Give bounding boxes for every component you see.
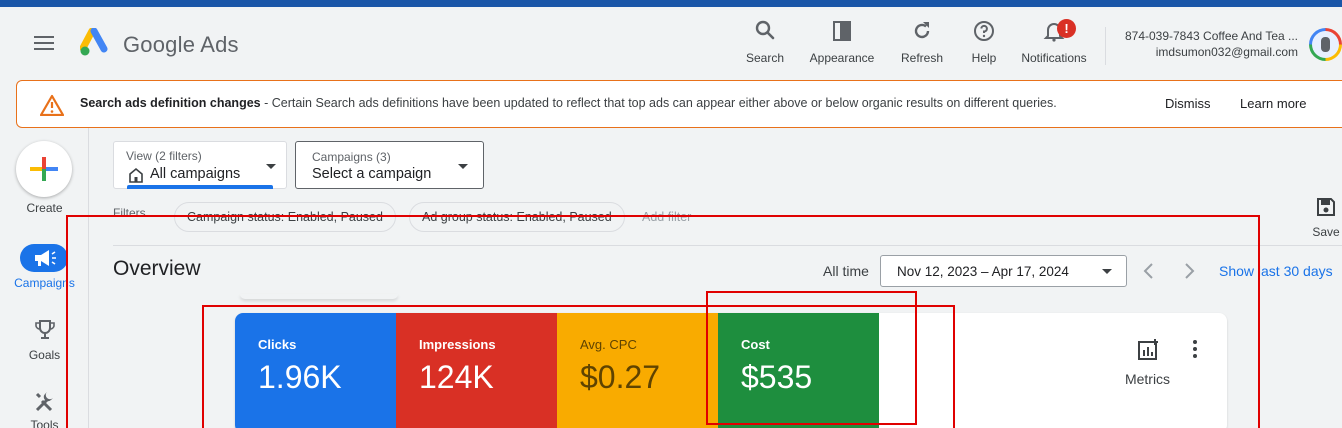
app-name: Google Ads (123, 32, 239, 57)
filter-chip-campaign-status[interactable]: Campaign status: Enabled, Paused (174, 202, 396, 232)
view-selected-indicator (127, 185, 273, 189)
add-filter-button[interactable]: Add filter (642, 210, 691, 224)
warning-icon (40, 94, 64, 116)
banner-body: - Certain Search ads definitions have be… (260, 96, 1057, 110)
metric-tile-clicks[interactable]: Clicks 1.96K (235, 313, 396, 428)
metrics-label: Metrics (1124, 371, 1171, 387)
banner-message: Search ads definition changes - Certain … (80, 96, 1057, 110)
notifications-label: Notifications (1021, 51, 1087, 65)
page-title: Overview (113, 257, 201, 280)
refresh-icon (914, 22, 930, 39)
metric-tile-impressions[interactable]: Impressions 124K (396, 313, 557, 428)
avatar[interactable] (1309, 28, 1342, 61)
metric-tile-cost[interactable]: Cost $535 (718, 313, 879, 428)
help-icon (974, 21, 994, 41)
save-button[interactable]: Save (1310, 196, 1342, 239)
appearance-label: Appearance (809, 51, 875, 65)
metric-value: $535 (741, 359, 813, 395)
metric-value: $0.27 (580, 359, 661, 395)
notifications-button[interactable]: ! Notifications (1009, 17, 1099, 73)
date-range-label: All time (823, 263, 869, 279)
metric-label: Cost (741, 337, 770, 352)
chevron-down-icon (1102, 269, 1112, 274)
menu-icon[interactable] (34, 36, 54, 52)
save-label: Save (1312, 225, 1340, 239)
more-vert-icon[interactable] (1192, 340, 1198, 360)
show-last-30-days-link[interactable]: Show last 30 days (1219, 263, 1333, 279)
campaign-value: Select a campaign (312, 166, 432, 182)
notification-badge: ! (1057, 19, 1076, 38)
date-range-picker[interactable]: Nov 12, 2023 – Apr 17, 2024 (880, 255, 1127, 287)
view-filter-count: View (2 filters) (126, 149, 202, 163)
metrics-button[interactable]: Metrics (1120, 338, 1175, 387)
tools-label[interactable]: Tools (0, 418, 89, 428)
plus-icon (30, 157, 58, 181)
megaphone-icon (35, 250, 56, 266)
chevron-down-icon (458, 164, 468, 169)
save-icon (1317, 198, 1335, 216)
filter-chip-ad-group-status[interactable]: Ad group status: Enabled, Paused (409, 202, 625, 232)
notice-banner: Search ads definition changes - Certain … (16, 80, 1342, 128)
tools-icon[interactable] (33, 390, 57, 414)
banner-title: Search ads definition changes (80, 96, 261, 110)
campaigns-nav-pill[interactable] (20, 244, 68, 272)
campaigns-count: Campaigns (3) (312, 150, 391, 164)
learn-more-link[interactable]: Learn more (1240, 96, 1306, 111)
metric-tile-avg-cpc[interactable]: Avg. CPC $0.27 (557, 313, 718, 428)
left-navigation: Create Campaigns Goals Tools (0, 128, 89, 428)
goals-label[interactable]: Goals (0, 348, 89, 362)
filters-label: Filters (113, 206, 146, 220)
appearance-button[interactable]: Appearance (797, 17, 887, 73)
chevron-right-icon[interactable] (1182, 262, 1196, 280)
metric-label: Avg. CPC (580, 337, 637, 352)
metric-value: 1.96K (258, 359, 342, 395)
trophy-icon[interactable] (33, 318, 57, 342)
metric-label: Impressions (419, 337, 496, 352)
view-selector[interactable]: View (2 filters) All campaigns (113, 141, 287, 189)
header-divider (1105, 27, 1106, 65)
google-ads-logo-icon (80, 28, 108, 56)
add-chart-icon (1137, 339, 1158, 360)
top-accent-bar (0, 0, 1342, 7)
chevron-left-icon[interactable] (1142, 262, 1156, 280)
account-name: 874-039-7843 Coffee And Tea ... (1124, 29, 1298, 43)
date-range-value: Nov 12, 2023 – Apr 17, 2024 (897, 264, 1069, 279)
view-value: All campaigns (150, 166, 241, 182)
campaign-selector[interactable]: Campaigns (3) Select a campaign (295, 141, 484, 189)
search-icon (755, 20, 775, 40)
metric-value: 124K (419, 359, 494, 395)
create-button[interactable] (16, 141, 72, 197)
campaigns-label[interactable]: Campaigns (0, 276, 89, 290)
create-label: Create (26, 201, 63, 215)
dismiss-button[interactable]: Dismiss (1165, 96, 1211, 111)
top-app-bar: Google Ads Search Appearance Refresh Hel… (0, 7, 1342, 79)
card-tab-stub (240, 294, 398, 299)
account-info[interactable]: 874-039-7843 Coffee And Tea ... imdsumon… (1125, 28, 1298, 60)
metric-label: Clicks (258, 337, 297, 352)
account-email: imdsumon032@gmail.com (1155, 45, 1298, 59)
home-icon (129, 167, 143, 183)
appearance-icon (833, 21, 851, 41)
filter-divider (113, 245, 1342, 246)
metrics-card: Clicks 1.96K Impressions 124K Avg. CPC $… (235, 313, 1227, 428)
chevron-down-icon (266, 164, 276, 169)
